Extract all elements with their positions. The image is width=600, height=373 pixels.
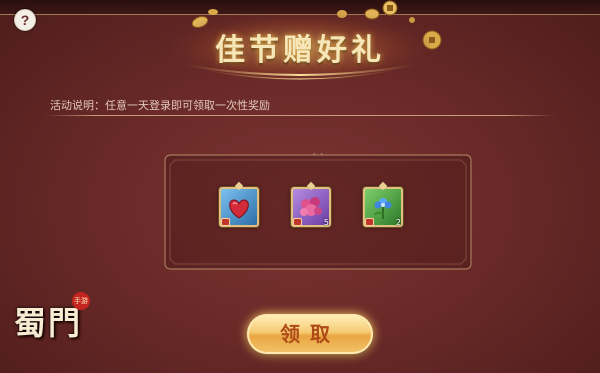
game-logo: 蜀門 手游 <box>12 292 106 364</box>
activity-description: 活动说明：任意一天登录即可领取一次性奖励 <box>50 99 270 112</box>
logo-badge: 手游 <box>72 292 90 310</box>
reward-count: 2 <box>395 218 401 227</box>
divider <box>44 115 556 116</box>
claim-button[interactable]: 领取 <box>247 314 373 354</box>
lock-icon <box>222 219 229 225</box>
reward-count: 5 <box>323 218 329 227</box>
gift-panel: ? 佳节赠好礼 活动说明：任意一天登录即可领取一次性奖励 5 2 领取 蜀門 手… <box>0 0 600 373</box>
logo-text: 蜀門 <box>14 304 83 342</box>
reward-slot-3[interactable]: 2 <box>363 181 403 227</box>
reward-slot-1[interactable] <box>219 181 259 227</box>
reward-slot-2[interactable]: 5 <box>291 181 331 227</box>
lock-icon <box>366 219 373 225</box>
help-button[interactable]: ? <box>14 9 36 31</box>
question-mark-icon: ? <box>20 12 30 28</box>
lock-icon <box>294 219 301 225</box>
page-title: 佳节赠好礼 <box>215 33 385 68</box>
